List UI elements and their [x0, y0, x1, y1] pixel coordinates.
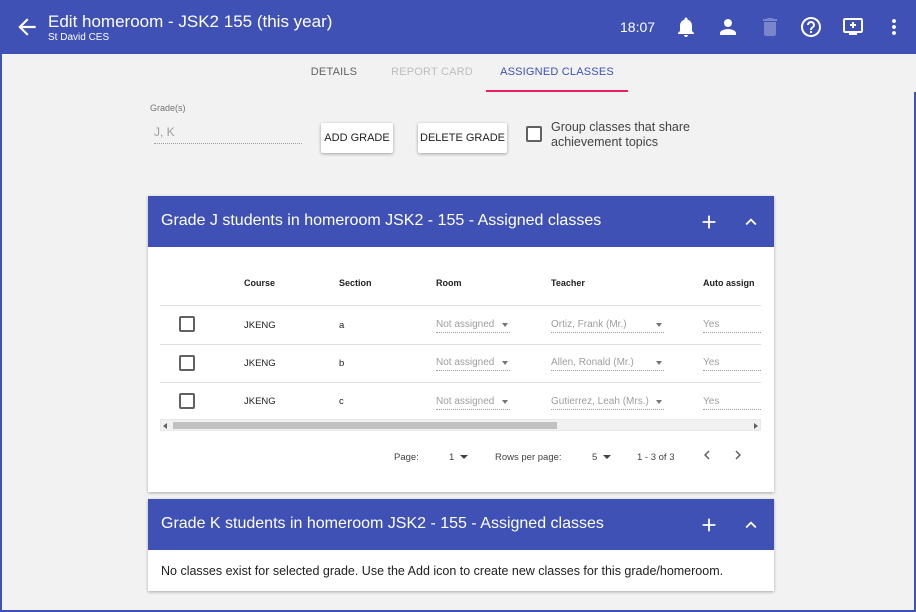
- group-classes-label: Group classes that share achievement top…: [551, 120, 690, 149]
- person-icon[interactable]: [716, 15, 740, 39]
- grades-field[interactable]: J, K: [154, 124, 302, 144]
- column-header-auto-assign[interactable]: Auto assign: [703, 278, 755, 288]
- delete-grade-button[interactable]: DELETE GRADE: [418, 123, 507, 153]
- app-bar: Edit homeroom - JSK2 155 (this year) St …: [2, 0, 916, 54]
- dropdown-arrow-icon: [656, 400, 662, 404]
- rows-per-page-label: Rows per page:: [495, 452, 562, 463]
- clock-time: 18:07: [620, 19, 656, 35]
- page-title: Edit homeroom - JSK2 155 (this year): [48, 12, 333, 31]
- rows-per-page-value: 5: [592, 452, 598, 463]
- grade-j-panel-header: Grade J students in homeroom JSK2 - 155 …: [148, 196, 774, 247]
- dropdown-arrow-icon: [603, 455, 612, 460]
- chevron-right-icon[interactable]: [729, 446, 747, 464]
- grades-label: Grade(s): [150, 103, 186, 113]
- auto-assign-value: Yes: [703, 357, 720, 368]
- room-value: Not assigned: [436, 319, 495, 330]
- chevron-left-icon[interactable]: [698, 446, 716, 464]
- tab-assigned-classes[interactable]: ASSIGNED CLASSES: [486, 54, 628, 92]
- chevron-up-icon[interactable]: [740, 211, 762, 233]
- room-value: Not assigned: [436, 357, 495, 368]
- page-range: 1 - 3 of 3: [637, 452, 675, 463]
- scrollbar-thumb[interactable]: [173, 422, 557, 429]
- grade-k-panel: Grade K students in homeroom JSK2 - 155 …: [148, 499, 774, 591]
- page-label: Page:: [394, 452, 419, 463]
- teacher-value: Ortiz, Frank (Mr.): [551, 319, 627, 330]
- course-cell: JKENG: [244, 358, 276, 369]
- grade-k-panel-title: Grade K students in homeroom JSK2 - 155 …: [161, 515, 604, 532]
- room-select[interactable]: Not assigned: [436, 396, 510, 410]
- column-header-room[interactable]: Room: [436, 278, 462, 288]
- rows-per-page-select[interactable]: 5: [592, 452, 612, 463]
- course-cell: JKENG: [244, 320, 276, 331]
- help-icon[interactable]: [799, 15, 823, 39]
- add-icon[interactable]: [698, 211, 720, 233]
- section-cell: b: [339, 358, 345, 369]
- chevron-up-icon[interactable]: [740, 514, 762, 536]
- row-checkbox[interactable]: [179, 393, 195, 409]
- dropdown-arrow-icon: [656, 323, 662, 327]
- row-checkbox[interactable]: [179, 355, 195, 371]
- room-select[interactable]: Not assigned: [436, 357, 510, 371]
- dropdown-arrow-icon: [502, 323, 508, 327]
- page-value: 1: [449, 452, 455, 463]
- auto-assign-select[interactable]: Yes: [703, 357, 761, 371]
- column-header-course[interactable]: Course: [244, 278, 275, 288]
- screen-share-icon[interactable]: [841, 15, 865, 39]
- more-vert-icon[interactable]: [882, 15, 906, 39]
- tab-report-card[interactable]: REPORT CARD: [384, 54, 480, 92]
- course-cell: JKENG: [244, 396, 276, 407]
- grade-j-panel: Grade J students in homeroom JSK2 - 155 …: [148, 196, 774, 492]
- divider: [160, 344, 761, 345]
- add-grade-button[interactable]: ADD GRADE: [321, 123, 393, 153]
- horizontal-scrollbar[interactable]: [160, 419, 761, 431]
- dropdown-arrow-icon: [656, 361, 662, 365]
- room-value: Not assigned: [436, 396, 495, 407]
- teacher-select[interactable]: Allen, Ronald (Mr.): [551, 357, 664, 371]
- section-cell: c: [339, 396, 344, 407]
- tab-bar: DETAILS REPORT CARD ASSIGNED CLASSES: [4, 54, 916, 92]
- column-header-section[interactable]: Section: [339, 278, 372, 288]
- scroll-right-arrow-icon[interactable]: [754, 423, 758, 429]
- divider: [160, 382, 761, 383]
- trash-icon[interactable]: [758, 15, 782, 39]
- page-select[interactable]: 1: [449, 452, 469, 463]
- divider: [160, 305, 761, 306]
- school-name: St David CES: [48, 32, 110, 43]
- app-frame: Edit homeroom - JSK2 155 (this year) St …: [0, 0, 916, 612]
- teacher-select[interactable]: Gutierrez, Leah (Mrs.): [551, 396, 664, 410]
- auto-assign-value: Yes: [703, 396, 720, 407]
- section-cell: a: [339, 320, 345, 331]
- dropdown-arrow-icon: [502, 400, 508, 404]
- room-select[interactable]: Not assigned: [436, 319, 510, 333]
- tab-details[interactable]: DETAILS: [290, 54, 378, 92]
- grade-j-panel-title: Grade J students in homeroom JSK2 - 155 …: [161, 212, 602, 229]
- add-icon[interactable]: [698, 514, 720, 536]
- auto-assign-select[interactable]: Yes: [703, 319, 761, 333]
- grade-k-panel-header: Grade K students in homeroom JSK2 - 155 …: [148, 499, 774, 550]
- auto-assign-value: Yes: [703, 319, 720, 330]
- column-header-teacher[interactable]: Teacher: [551, 278, 585, 288]
- teacher-value: Allen, Ronald (Mr.): [551, 357, 634, 368]
- dropdown-arrow-icon: [502, 361, 508, 365]
- empty-message: No classes exist for selected grade. Use…: [161, 564, 724, 578]
- teacher-value: Gutierrez, Leah (Mrs.): [551, 396, 649, 407]
- scroll-left-arrow-icon[interactable]: [163, 423, 167, 429]
- dropdown-arrow-icon: [460, 455, 469, 460]
- group-classes-checkbox[interactable]: [526, 126, 542, 142]
- auto-assign-select[interactable]: Yes: [703, 396, 761, 410]
- row-checkbox[interactable]: [179, 316, 195, 332]
- teacher-select[interactable]: Ortiz, Frank (Mr.): [551, 319, 664, 333]
- bell-icon[interactable]: [674, 15, 698, 39]
- arrow-back-icon[interactable]: [14, 14, 40, 40]
